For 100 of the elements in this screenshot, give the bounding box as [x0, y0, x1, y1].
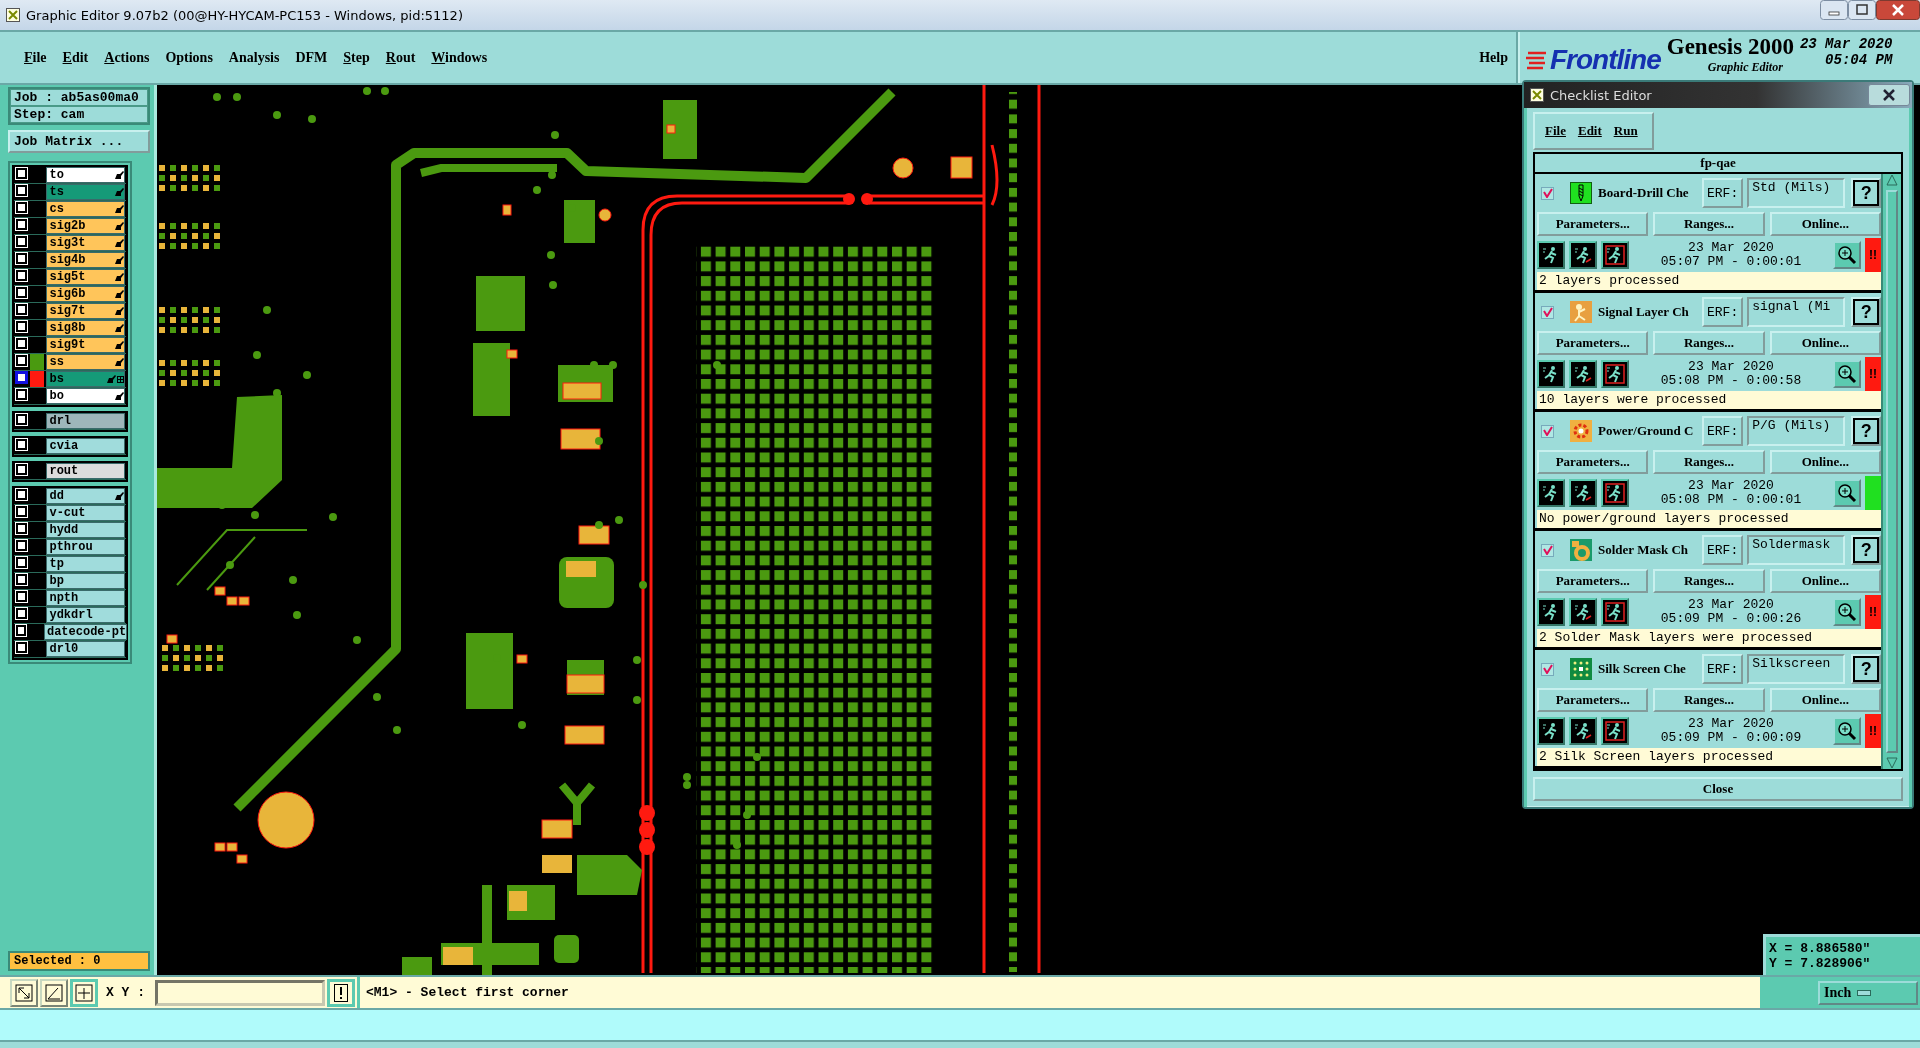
layer-name[interactable]: rout — [46, 463, 126, 479]
layer-checkbox[interactable] — [16, 608, 27, 619]
layer-checkbox[interactable] — [16, 253, 27, 264]
close-button[interactable]: Close — [1533, 777, 1903, 801]
layer-row[interactable]: tp — [14, 556, 126, 573]
run-button[interactable] — [1537, 598, 1565, 626]
zoom-in-button[interactable] — [1833, 360, 1861, 388]
layer-checkbox[interactable] — [16, 642, 27, 653]
layer-name[interactable]: hydd — [46, 522, 126, 538]
layer-row[interactable]: bo — [14, 388, 126, 405]
zoom-in-button[interactable] — [1833, 241, 1861, 269]
layer-row[interactable]: datecode-pt — [14, 624, 126, 641]
layer-row[interactable]: sig3t — [14, 235, 126, 252]
run-stop-button[interactable] — [1601, 717, 1629, 745]
layer-checkbox[interactable] — [16, 506, 27, 517]
layer-checkbox[interactable] — [16, 236, 27, 247]
run-all-button[interactable] — [1569, 598, 1597, 626]
layer-row[interactable]: sig6b — [14, 286, 126, 303]
execute-button[interactable] — [327, 978, 355, 1007]
layer-row[interactable]: to — [14, 167, 126, 184]
layer-name[interactable]: v-cut — [46, 505, 126, 521]
erf-button[interactable]: ERF: — [1702, 416, 1744, 446]
grid-tool-button[interactable] — [70, 978, 98, 1007]
layer-name[interactable]: sig5t — [46, 269, 126, 285]
run-all-button[interactable] — [1569, 241, 1597, 269]
layer-row[interactable]: sig8b — [14, 320, 126, 337]
layer-checkbox[interactable] — [16, 321, 27, 332]
layer-name[interactable]: drl0 — [46, 641, 126, 657]
layer-name[interactable]: bs — [46, 371, 125, 387]
layer-checkbox[interactable] — [16, 574, 27, 585]
menu-item[interactable]: File — [16, 45, 55, 70]
menu-item[interactable]: Run — [1613, 123, 1638, 139]
check-option-button[interactable]: Parameters... — [1537, 212, 1649, 236]
layer-checkbox[interactable] — [16, 304, 27, 315]
layer-checkbox[interactable] — [16, 355, 27, 366]
layer-checkbox[interactable] — [16, 168, 27, 179]
run-stop-button[interactable] — [1601, 360, 1629, 388]
check-option-button[interactable]: Ranges... — [1653, 569, 1765, 593]
layer-name[interactable]: cs — [46, 201, 126, 217]
layer-checkbox[interactable] — [16, 489, 27, 500]
layer-row[interactable]: cs — [14, 201, 126, 218]
layer-row[interactable]: drl — [14, 413, 126, 430]
menu-item[interactable]: File — [1545, 123, 1566, 139]
check-checkbox[interactable] — [1541, 662, 1554, 676]
layer-row[interactable]: hydd — [14, 522, 126, 539]
layer-row[interactable]: rout — [14, 463, 126, 480]
layer-row[interactable]: ts — [14, 184, 126, 201]
minimize-icon[interactable] — [1820, 0, 1848, 20]
layer-name[interactable]: bo — [46, 388, 126, 404]
layer-checkbox[interactable] — [16, 625, 26, 636]
job-matrix-button[interactable]: Job Matrix ... — [8, 130, 150, 153]
zoom-in-button[interactable] — [1833, 717, 1861, 745]
layer-name[interactable]: npth — [46, 590, 126, 606]
erf-button[interactable]: ERF: — [1702, 297, 1744, 327]
layer-row[interactable]: pthrou — [14, 539, 126, 556]
angle-tool-button[interactable] — [40, 978, 68, 1007]
layer-checkbox[interactable] — [16, 287, 27, 298]
menu-item[interactable]: Analysis — [220, 45, 288, 70]
menu-item[interactable]: Step — [335, 45, 378, 70]
check-option-button[interactable]: Online... — [1769, 569, 1881, 593]
check-option-button[interactable]: Online... — [1769, 450, 1881, 474]
layer-name[interactable]: dd — [46, 488, 126, 504]
layer-name[interactable]: datecode-pt — [43, 624, 128, 640]
layer-name[interactable]: sig3t — [46, 235, 126, 251]
run-stop-button[interactable] — [1601, 479, 1629, 507]
layer-checkbox[interactable] — [16, 464, 27, 475]
menu-item[interactable]: Rout — [377, 45, 424, 70]
check-option-button[interactable]: Ranges... — [1653, 212, 1765, 236]
layer-row[interactable]: sig4b — [14, 252, 126, 269]
run-all-button[interactable] — [1569, 479, 1597, 507]
check-option-button[interactable]: Parameters... — [1537, 569, 1649, 593]
menu-item[interactable]: Edit — [54, 45, 97, 70]
layer-row[interactable]: cvia — [14, 438, 126, 455]
run-stop-button[interactable] — [1601, 598, 1629, 626]
layer-name[interactable]: sig2b — [46, 218, 126, 234]
check-checkbox[interactable] — [1541, 186, 1554, 200]
layer-name[interactable]: ss — [46, 354, 126, 370]
layer-row[interactable]: sig2b — [14, 218, 126, 235]
layer-row[interactable]: sig7t — [14, 303, 126, 320]
run-all-button[interactable] — [1569, 360, 1597, 388]
layer-name[interactable]: sig4b — [46, 252, 126, 268]
help-menu[interactable]: Help — [1471, 45, 1516, 70]
check-option-button[interactable]: Online... — [1769, 212, 1881, 236]
erf-field[interactable]: signal (Mi — [1747, 297, 1846, 327]
layer-name[interactable]: ydkdrl — [46, 607, 126, 623]
run-all-button[interactable] — [1569, 717, 1597, 745]
zoom-in-button[interactable] — [1833, 598, 1861, 626]
run-button[interactable] — [1537, 360, 1565, 388]
check-option-button[interactable]: Online... — [1769, 331, 1881, 355]
layer-checkbox[interactable] — [16, 439, 27, 450]
erf-field[interactable]: Std (Mils) — [1747, 178, 1846, 208]
help-button[interactable]: ? — [1853, 656, 1880, 682]
menu-item[interactable]: Actions — [96, 45, 158, 70]
erf-field[interactable]: Soldermask — [1747, 535, 1846, 565]
menu-item[interactable]: Windows — [423, 45, 496, 70]
run-button[interactable] — [1537, 717, 1565, 745]
layer-checkbox[interactable] — [16, 414, 27, 425]
layer-name[interactable]: to — [46, 167, 126, 183]
check-checkbox[interactable] — [1541, 543, 1554, 557]
layer-row[interactable]: sig5t — [14, 269, 126, 286]
